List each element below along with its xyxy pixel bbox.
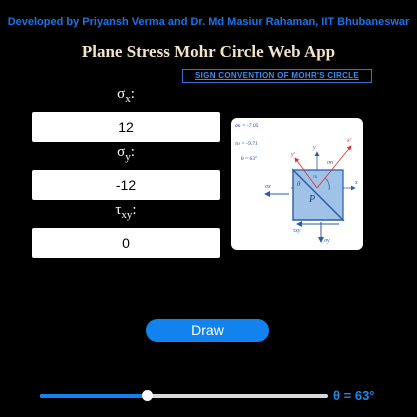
axis-x-prime-label: x' <box>346 138 352 144</box>
slider-fill <box>40 394 147 398</box>
sigma-x-input[interactable] <box>32 112 220 142</box>
credit-line: Developed by Priyansh Verma and Dr. Md M… <box>7 16 410 28</box>
tau-xy-input[interactable] <box>32 228 220 258</box>
draw-button[interactable]: Draw <box>146 319 269 342</box>
axis-x-label: x <box>354 180 358 186</box>
sigma-x-label: σx: <box>117 86 135 105</box>
theta-value: θ = 63° <box>241 155 257 162</box>
theta-slider[interactable] <box>40 390 328 401</box>
sigma-n-arrow-label: σn <box>327 160 333 166</box>
sigma-y-input[interactable] <box>32 170 220 200</box>
sign-convention-link[interactable]: SIGN CONVENTION OF MOHR'S CIRCLE <box>182 69 372 83</box>
tau-n-arrow-label: τn <box>313 175 318 180</box>
stress-element-diagram: σn = -7.05 τn = -9.71 θ = 63° y x P x' y… <box>231 118 363 250</box>
sigma-y-label: σy: <box>117 144 135 163</box>
tau-n-value: τn = -9.71 <box>235 141 258 147</box>
tau-xy-arrow-label: τxy <box>293 228 301 234</box>
tau-xy-label: τxy: <box>115 202 137 221</box>
theta-angle-label: θ <box>297 180 301 188</box>
slider-thumb[interactable] <box>141 390 153 401</box>
sigma-n-value: σn = -7.05 <box>235 123 259 129</box>
theta-readout: θ = 63° <box>333 388 375 403</box>
sigma-x-arrow-label: σx <box>265 184 271 190</box>
axis-y-label: y <box>312 145 316 151</box>
page-title: Plane Stress Mohr Circle Web App <box>81 42 336 61</box>
diagram-svg: σn = -7.05 τn = -9.71 θ = 63° y x P x' y… <box>235 123 358 244</box>
point-p-label: P <box>308 194 315 205</box>
sigma-y-arrow-label: σy <box>324 238 330 244</box>
axis-y-prime-label: y' <box>290 152 296 158</box>
